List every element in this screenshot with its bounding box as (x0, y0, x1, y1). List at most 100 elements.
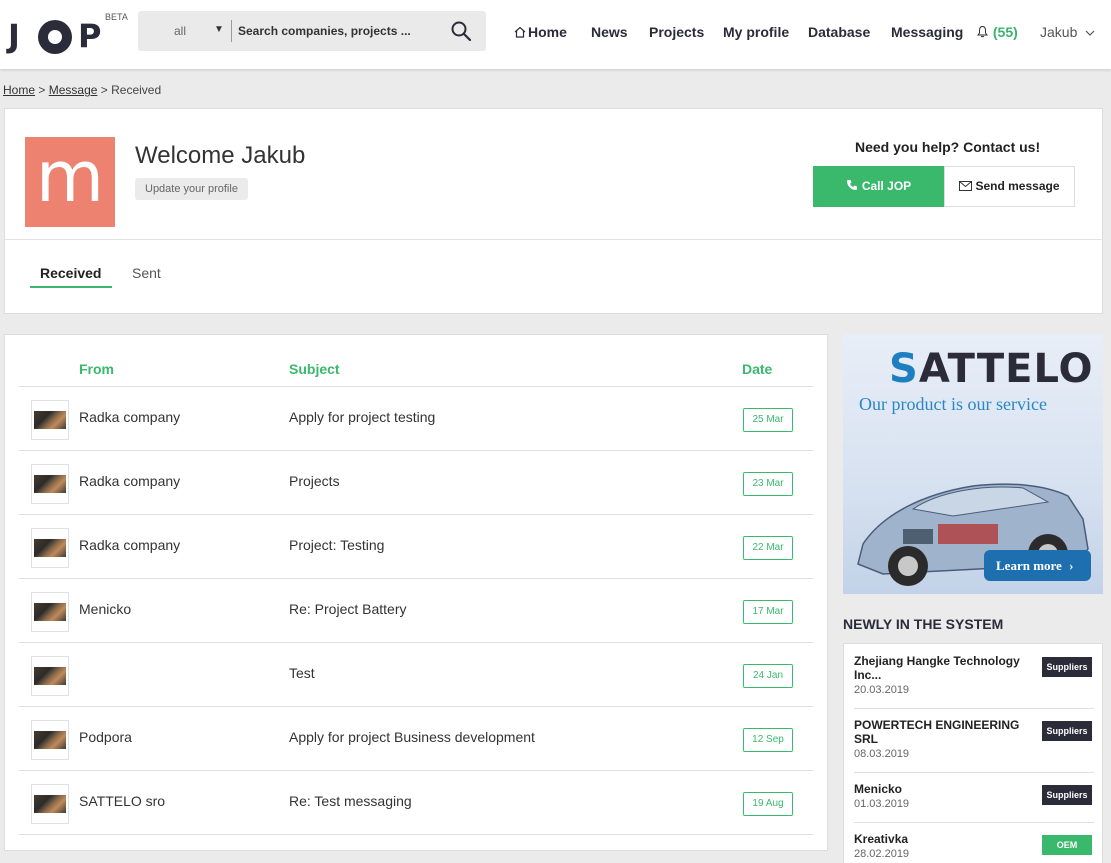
message-subject[interactable]: Test (289, 665, 315, 681)
category-badge: Suppliers (1042, 721, 1092, 741)
send-message-button[interactable]: Send message (944, 166, 1075, 207)
category-badge: Suppliers (1042, 785, 1092, 805)
call-jop-button[interactable]: Call JOP (813, 166, 944, 207)
category-badge: Suppliers (1042, 657, 1092, 677)
nav-messaging[interactable]: Messaging (891, 24, 963, 40)
message-subject[interactable]: Re: Project Battery (289, 601, 407, 617)
message-subject[interactable]: Apply for project testing (289, 409, 435, 425)
send-message-label: Send message (975, 179, 1060, 193)
message-date-badge: 17 Mar (743, 600, 793, 624)
message-subject[interactable]: Project: Testing (289, 537, 384, 553)
help-text: Need you help? Contact us! (855, 139, 1041, 155)
nav-news[interactable]: News (591, 24, 628, 40)
company-date: 28.02.2019 (854, 848, 910, 860)
category-badge: OEM (1042, 835, 1092, 855)
sender-thumbnail (31, 656, 69, 696)
sender-thumbnail (31, 784, 69, 824)
call-jop-label: Call JOP (861, 179, 912, 193)
company-date: 08.03.2019 (854, 748, 910, 760)
company-name[interactable]: Kreativka (854, 832, 1029, 846)
logo-letter-j: J (8, 17, 21, 55)
message-row[interactable]: SATTELO sro Re: Test messaging 19 Aug (19, 771, 813, 835)
avatar: m (25, 137, 115, 227)
newly-in-system-list: Zhejiang Hangke Technology Inc... 20.03.… (843, 643, 1103, 863)
message-row[interactable]: Radka company Projects 23 Mar (19, 451, 813, 515)
nav-database[interactable]: Database (808, 24, 870, 40)
breadcrumb-current: Received (111, 83, 162, 97)
sender-thumbnail (31, 400, 69, 440)
active-tab-indicator (30, 286, 112, 288)
message-from: Podpora (79, 729, 132, 745)
breadcrumb-separator: > (38, 83, 46, 97)
breadcrumb-home[interactable]: Home (3, 83, 35, 97)
column-header-from[interactable]: From (79, 361, 114, 377)
envelope-icon (959, 181, 973, 191)
logo-letter-p: P (78, 17, 102, 55)
tab-sent[interactable]: Sent (132, 265, 161, 281)
search-icon[interactable] (451, 21, 471, 41)
company-date: 20.03.2019 (854, 684, 910, 696)
nav-projects[interactable]: Projects (649, 24, 704, 40)
message-from: Menicko (79, 601, 132, 617)
search-input[interactable] (238, 21, 438, 41)
newly-in-system-heading: NEWLY IN THE SYSTEM (843, 616, 1004, 632)
tab-received[interactable]: Received (40, 265, 101, 281)
list-item[interactable]: POWERTECH ENGINEERING SRL 08.03.2019 Sup… (854, 708, 1094, 772)
message-from: SATTELO sro (79, 793, 166, 809)
message-from: Radka company (79, 409, 181, 425)
bell-icon (977, 25, 988, 38)
column-header-subject[interactable]: Subject (289, 361, 340, 377)
message-subject[interactable]: Apply for project Business development (289, 729, 535, 745)
nav-my-profile[interactable]: My profile (723, 24, 789, 40)
profile-card: m Welcome Jakub Update your profile Need… (4, 108, 1103, 314)
message-row[interactable]: Menicko Re: Project Battery 17 Mar (19, 579, 813, 643)
breadcrumb: Home > Message > Received (3, 83, 161, 97)
list-item[interactable]: Zhejiang Hangke Technology Inc... 20.03.… (854, 644, 1094, 708)
nav-home-label: Home (528, 24, 567, 40)
messages-panel: From Subject Date Radka company Apply fo… (4, 334, 828, 851)
phone-icon (846, 180, 857, 190)
notification-count: (55) (992, 24, 1018, 40)
nav-notifications[interactable]: (55) (976, 24, 1018, 40)
sender-thumbnail (31, 592, 69, 632)
company-name[interactable]: Zhejiang Hangke Technology Inc... (854, 654, 1029, 682)
user-name: Jakub (1040, 24, 1078, 40)
chevron-right-icon: › (1069, 558, 1074, 573)
home-icon (514, 26, 526, 38)
update-profile-button[interactable]: Update your profile (135, 178, 248, 200)
sattelo-logo-rest: ATTELO (918, 346, 1094, 392)
learn-more-label: Learn more (996, 558, 1062, 573)
nav-home[interactable]: Home (514, 24, 567, 40)
jop-logo[interactable]: J P BETA (8, 12, 128, 55)
message-subject[interactable]: Projects (289, 473, 340, 489)
message-from: Radka company (79, 537, 181, 553)
breadcrumb-message[interactable]: Message (49, 83, 98, 97)
search-scope-select[interactable]: all (174, 24, 186, 38)
beta-label: BETA (105, 12, 128, 22)
user-menu[interactable]: Jakub (1040, 24, 1095, 40)
sender-thumbnail (31, 464, 69, 504)
column-header-date[interactable]: Date (742, 361, 772, 377)
sender-thumbnail (31, 720, 69, 760)
message-row[interactable]: Podpora Apply for project Business devel… (19, 707, 813, 771)
welcome-heading: Welcome Jakub (135, 142, 306, 169)
caret-down-icon[interactable]: ▼ (214, 24, 224, 35)
list-item[interactable]: Kreativka 28.02.2019 OEM (854, 822, 1094, 863)
company-name[interactable]: POWERTECH ENGINEERING SRL (854, 718, 1029, 746)
row-divider (19, 834, 813, 835)
logo-letter-o (38, 20, 72, 54)
learn-more-button[interactable]: Learn more › (984, 550, 1091, 581)
company-name[interactable]: Menicko (854, 782, 1029, 796)
message-row[interactable]: Radka company Project: Testing 22 Mar (19, 515, 813, 579)
sattelo-ad-banner[interactable]: SATTELO Our product is our service Learn… (843, 334, 1103, 594)
sattelo-logo-s: S (889, 346, 919, 392)
message-date-badge: 23 Mar (743, 472, 793, 496)
company-date: 01.03.2019 (854, 798, 910, 810)
search-divider (231, 20, 232, 42)
top-navbar: J P BETA all ▼ Home News Projects My pro… (0, 0, 1111, 69)
message-row[interactable]: Radka company Apply for project testing … (19, 387, 813, 451)
message-row[interactable]: Test 24 Jan (19, 643, 813, 707)
message-subject[interactable]: Re: Test messaging (289, 793, 412, 809)
card-divider (5, 239, 1102, 240)
message-date-badge: 19 Aug (743, 792, 793, 816)
